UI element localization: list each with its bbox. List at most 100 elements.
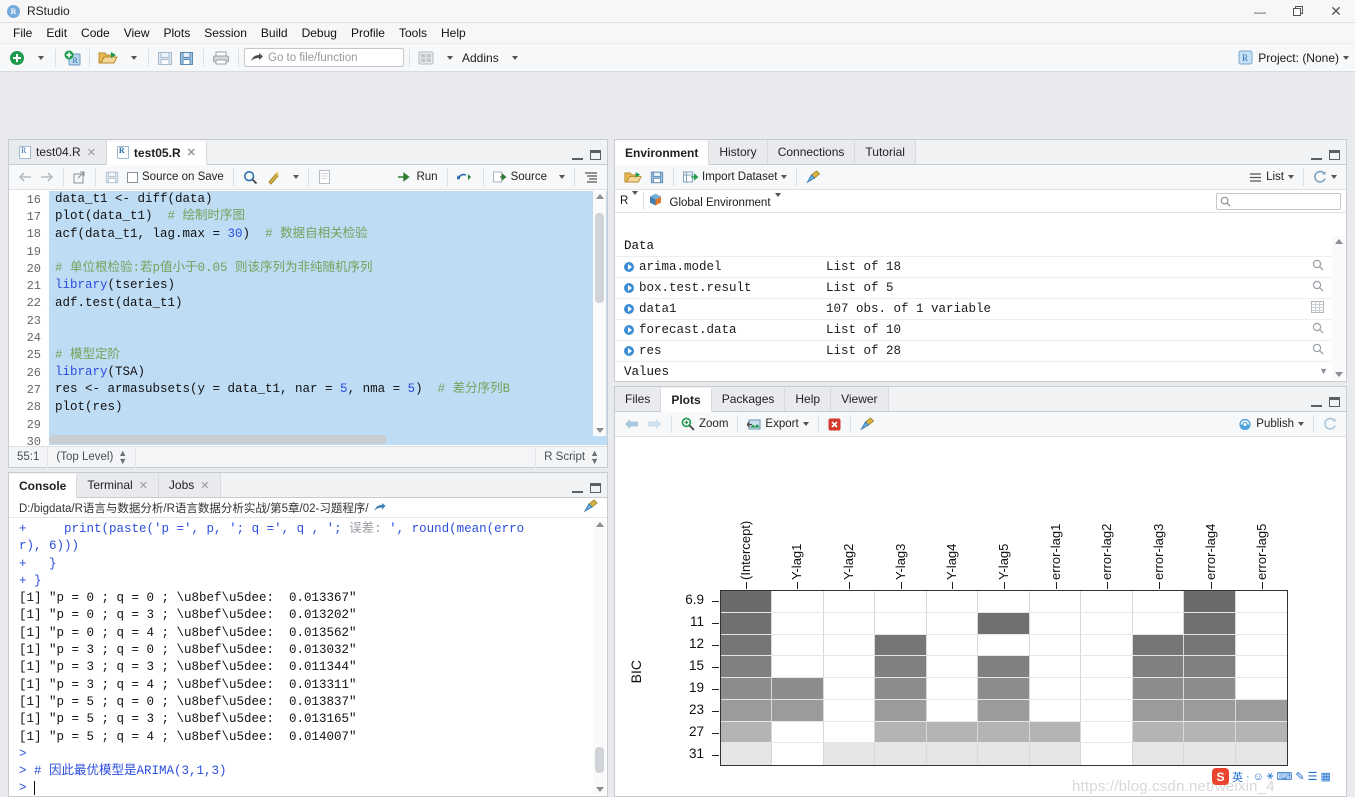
scroll-down-icon[interactable]: ▼ (1319, 366, 1328, 376)
code-tools-dropdown[interactable] (285, 167, 303, 187)
print-button[interactable] (209, 47, 233, 69)
clear-all-plots-button[interactable] (856, 414, 880, 434)
scroll-down-icon[interactable] (596, 428, 604, 433)
language-selector[interactable]: R (620, 191, 639, 207)
project-selector[interactable]: R Project: (None) (1238, 50, 1349, 65)
tab-terminal[interactable]: Terminal ✕ (77, 473, 159, 497)
clear-environment-button[interactable] (802, 167, 826, 187)
refresh-plot-button[interactable] (1319, 414, 1341, 434)
import-dataset-button[interactable]: Import Dataset (679, 167, 791, 187)
open-in-new-window-icon[interactable] (373, 502, 386, 513)
close-tab-icon[interactable]: ✕ (87, 146, 96, 159)
source-tab-test04[interactable]: test04.R ✕ (9, 140, 107, 164)
menu-item-view[interactable]: View (117, 24, 157, 42)
minimize-button[interactable]: — (1241, 0, 1279, 23)
scroll-up-icon[interactable] (596, 194, 604, 199)
environment-row[interactable]: box.test.result List of 5 (616, 278, 1332, 299)
menu-item-code[interactable]: Code (74, 24, 117, 42)
goto-file-function-input[interactable]: Go to file/function (244, 48, 404, 67)
find-replace-button[interactable] (239, 167, 262, 187)
ime-toolbar[interactable]: S 英 · ☺ ⚹ ⌨ ✎ ☰ ▦ (1212, 767, 1331, 786)
save-button[interactable] (154, 47, 176, 69)
code-line[interactable]: 28 plot(res) (9, 398, 607, 416)
maximize-pane-icon[interactable] (590, 150, 601, 160)
scrollbar-thumb[interactable] (595, 213, 604, 303)
minimize-pane-icon[interactable] (1311, 398, 1322, 407)
tab-jobs[interactable]: Jobs ✕ (158, 473, 221, 497)
scrollbar-thumb[interactable] (49, 435, 387, 444)
maximize-pane-icon[interactable] (1329, 397, 1340, 407)
scroll-up-icon[interactable] (1335, 239, 1343, 244)
view-mode-selector[interactable]: List (1245, 167, 1298, 187)
code-line[interactable]: 27 res <- armasubsets(y = data_t1, nar = … (9, 381, 607, 399)
tab-viewer[interactable]: Viewer (831, 387, 889, 411)
zoom-plot-button[interactable]: Zoom (677, 414, 732, 434)
source-popout-button[interactable] (69, 167, 90, 187)
menu-item-file[interactable]: File (6, 24, 39, 42)
source-dropdown[interactable] (551, 167, 569, 187)
rerun-button[interactable] (453, 167, 478, 187)
menu-item-tools[interactable]: Tools (392, 24, 434, 42)
inspect-object-icon[interactable] (1312, 322, 1324, 338)
maximize-button[interactable] (1279, 0, 1317, 23)
panes-layout-button[interactable] (415, 47, 437, 69)
editor-vertical-scrollbar[interactable] (593, 191, 606, 436)
code-tools-button[interactable] (262, 167, 285, 187)
refresh-environment-button[interactable] (1309, 167, 1341, 187)
maximize-pane-icon[interactable] (1329, 150, 1340, 160)
addins-dropdown[interactable] (502, 47, 524, 69)
source-on-save-checkbox[interactable]: Source on Save (123, 167, 228, 187)
publish-button[interactable]: Publish (1234, 414, 1308, 434)
new-file-dropdown[interactable] (28, 47, 50, 69)
expand-object-icon[interactable] (624, 262, 634, 272)
scope-selector[interactable]: (Top Level) ▲ ▼ (48, 446, 137, 468)
environment-scope-selector[interactable]: Global Environment (649, 193, 781, 209)
view-table-icon[interactable] (1311, 301, 1324, 317)
menu-item-debug[interactable]: Debug (295, 24, 344, 42)
close-button[interactable]: ✕ (1317, 0, 1355, 23)
sogou-icon[interactable]: S (1212, 768, 1229, 785)
minimize-pane-icon[interactable] (572, 151, 583, 160)
clear-console-button[interactable] (583, 499, 599, 516)
environment-vertical-scrollbar[interactable] (1332, 236, 1345, 380)
close-tab-icon[interactable]: ✕ (200, 479, 209, 492)
environment-row[interactable]: forecast.data List of 10 (616, 320, 1332, 341)
code-line[interactable]: 25 # 模型定阶 (9, 346, 607, 364)
tab-help[interactable]: Help (785, 387, 832, 411)
code-line[interactable]: 24 (9, 329, 607, 347)
tab-tutorial[interactable]: Tutorial (855, 140, 916, 164)
environment-row[interactable]: arima.model List of 18 (616, 257, 1332, 278)
code-line[interactable]: 18 acf(data_t1, lag.max = 30) # 数据自相关检验 (9, 225, 607, 243)
tab-environment[interactable]: Environment (615, 141, 710, 165)
tab-plots[interactable]: Plots (661, 388, 712, 412)
scroll-down-icon[interactable] (596, 787, 604, 792)
expand-object-icon[interactable] (624, 346, 634, 356)
code-line[interactable]: 26 library(TSA) (9, 363, 607, 382)
inspect-object-icon[interactable] (1312, 343, 1324, 359)
menu-item-help[interactable]: Help (434, 24, 473, 42)
ime-menu-icon[interactable]: ☰ (1308, 770, 1318, 783)
environment-row[interactable]: res List of 28 (616, 341, 1332, 362)
plot-canvas[interactable]: BIC (Intercept) Y-lag1 Y-lag2 Y-lag3 Y-lag4 Y… (616, 438, 1345, 795)
open-file-button[interactable] (95, 47, 121, 69)
save-workspace-button[interactable] (646, 167, 668, 187)
tab-history[interactable]: History (709, 140, 768, 164)
scrollbar-thumb[interactable] (595, 747, 604, 773)
new-file-button[interactable] (6, 47, 28, 69)
code-line[interactable]: 22 adf.test(data_t1) (9, 294, 607, 313)
maximize-pane-icon[interactable] (590, 483, 601, 493)
expand-object-icon[interactable] (624, 304, 634, 314)
menu-item-session[interactable]: Session (197, 24, 254, 42)
inspect-object-icon[interactable] (1312, 280, 1324, 296)
previous-plot-button[interactable] (620, 414, 643, 434)
minimize-pane-icon[interactable] (1311, 151, 1322, 160)
code-line[interactable]: 29 (9, 415, 607, 434)
scroll-up-icon[interactable] (596, 522, 604, 527)
run-button[interactable]: Run (393, 167, 441, 187)
handwriting-icon[interactable]: ✎ (1295, 770, 1304, 783)
tab-console[interactable]: Console (9, 474, 78, 498)
open-file-dropdown[interactable] (121, 47, 143, 69)
code-line[interactable]: 23 (9, 312, 607, 330)
export-plot-button[interactable]: Export (743, 414, 812, 434)
close-tab-icon[interactable]: ✕ (187, 146, 196, 159)
